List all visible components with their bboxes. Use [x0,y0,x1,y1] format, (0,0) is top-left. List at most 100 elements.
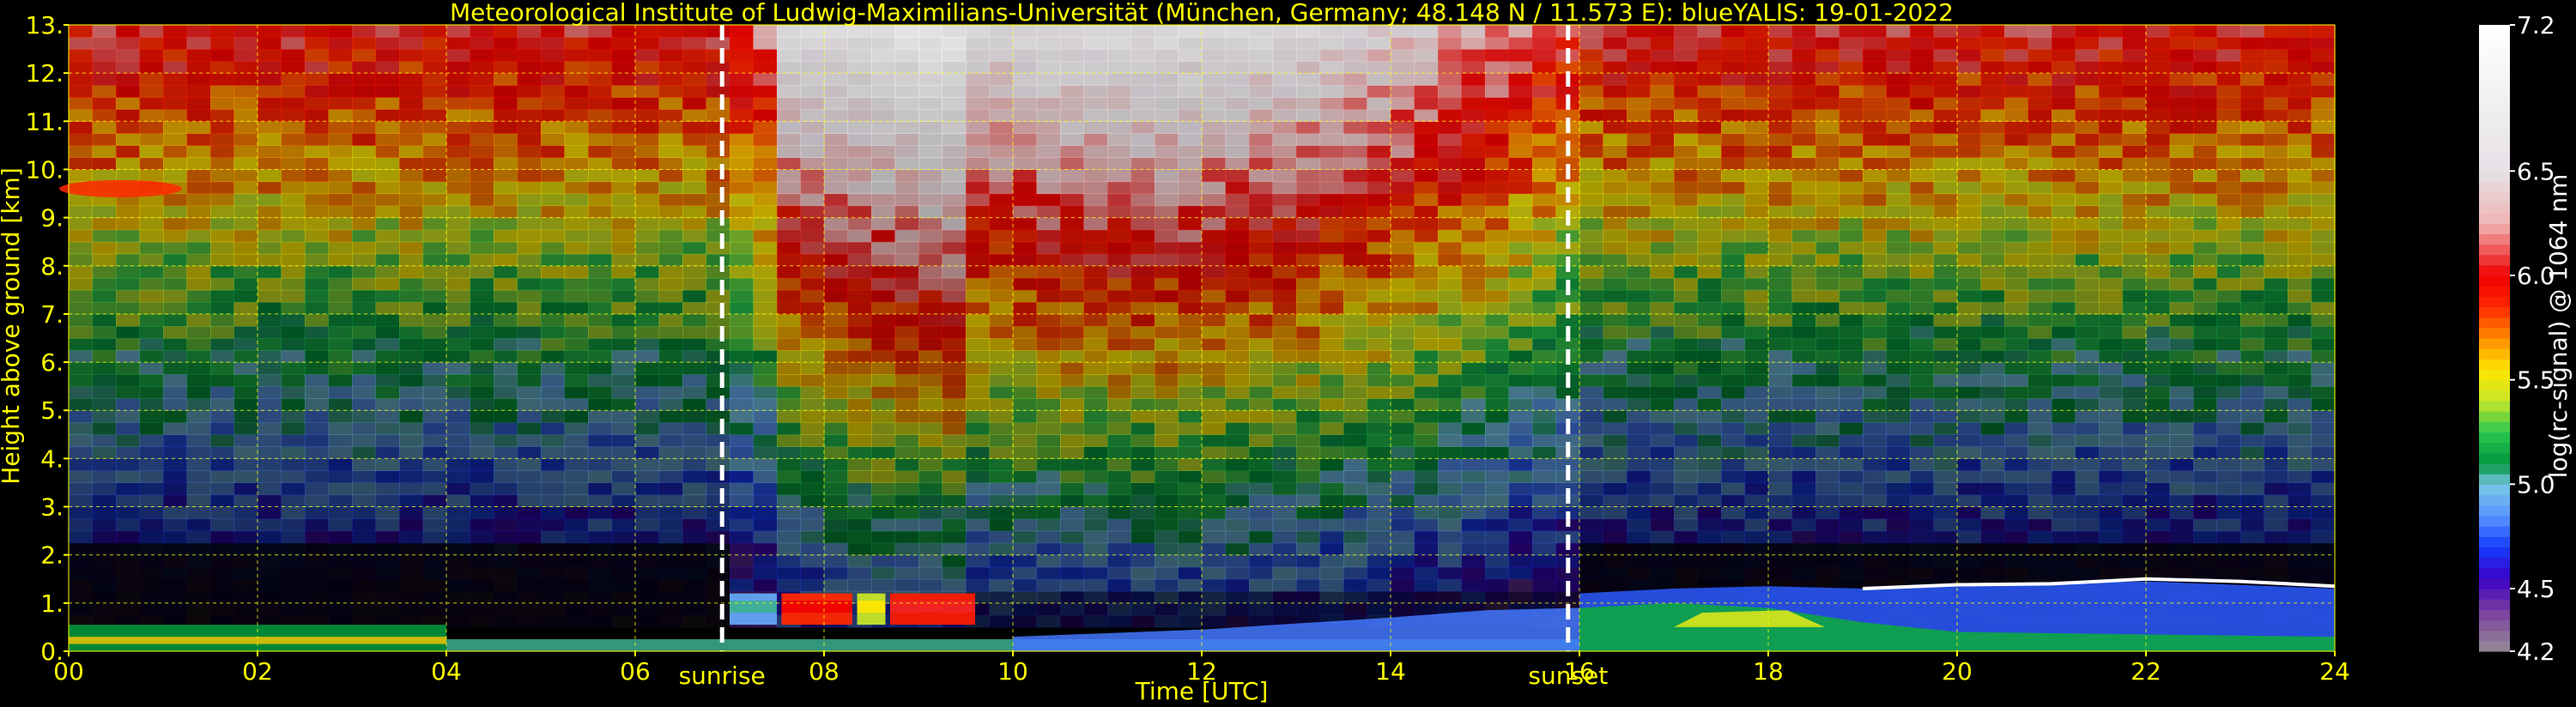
heatmap-cell [258,398,282,411]
heatmap-cell [210,121,235,134]
heatmap-cell [494,614,518,628]
heatmap-cell [611,338,636,351]
heatmap-cell [682,169,707,183]
heatmap-cell [399,253,424,267]
heatmap-cell [470,37,494,50]
heatmap-cell [1886,121,1911,134]
heatmap-cell [894,169,919,183]
heatmap-cell [894,301,919,315]
heatmap-cell [706,614,730,628]
heatmap-cell [517,470,542,483]
heatmap-cell [1272,121,1297,134]
heatmap-cell [1674,289,1699,303]
heatmap-cell [777,554,802,568]
heatmap-cell [1721,157,1746,170]
heatmap-cell [1036,181,1061,195]
heatmap-cell [1296,590,1321,604]
heatmap-cell [139,61,164,74]
heatmap-cell [1863,277,1888,291]
heatmap-cell [1697,482,1722,496]
heatmap-cell [517,169,542,183]
heatmap-cell [2099,121,2124,134]
heatmap-cell [1768,494,1793,508]
heatmap-cell [1910,265,1935,279]
heatmap-cell [1674,434,1699,447]
heatmap-cell [1107,169,1132,183]
heatmap-cell [588,277,613,291]
heatmap-cell [1202,542,1227,556]
heatmap-cell [1155,157,1179,170]
heatmap-cell [1438,566,1463,580]
heatmap-cell [186,350,211,363]
heatmap-cell [1178,37,1203,50]
heatmap-cell [1933,61,1958,74]
heatmap-cell [494,289,518,303]
heatmap-cell [1225,25,1250,38]
heatmap-cell [588,578,613,592]
heatmap-cell [942,253,967,267]
heatmap-cell [2099,97,2124,110]
heatmap-cell [1319,61,1344,74]
heatmap-cell [918,145,943,158]
y-tick-label: 0. [40,638,64,666]
heatmap-cell [2027,229,2052,243]
heatmap-cell [942,326,967,339]
heatmap-cell [2311,49,2336,62]
heatmap-cell [611,97,636,110]
heatmap-cell [258,289,282,303]
heatmap-cell [494,277,518,291]
heatmap-cell [1839,482,1864,496]
heatmap-cell [2052,410,2076,423]
heatmap-cell [186,554,211,568]
heatmap-cell [918,578,943,592]
heatmap-cell [2052,289,2076,303]
heatmap-cell [588,386,613,399]
heatmap-cell [942,362,967,375]
heatmap-cell [1839,422,1864,435]
heatmap-cell [918,97,943,110]
heatmap-cell [1886,205,1911,219]
heatmap-cell [375,518,400,532]
heatmap-cell [1744,121,1769,134]
heatmap-cell [1391,85,1415,98]
heatmap-cell [1202,374,1227,387]
heatmap-cell [800,25,825,38]
heatmap-cell [1532,398,1557,411]
heatmap-cell [1083,410,1108,423]
heatmap-cell [1744,326,1769,339]
heatmap-cell [92,169,117,183]
heatmap-cell [894,97,919,110]
heatmap-cell [966,350,991,363]
heatmap-cell [1485,277,1510,291]
heatmap-cell [1721,410,1746,423]
heatmap-cell [1910,506,1935,520]
colorbar-segment [2479,275,2510,287]
heatmap-cell [2146,518,2171,532]
heatmap-cell [800,362,825,375]
heatmap-cell [1532,217,1557,231]
heatmap-cell [352,470,377,483]
heatmap-cell [942,434,967,447]
heatmap-cell [258,542,282,556]
heatmap-cell [635,85,660,98]
heatmap-cell [1508,446,1533,459]
heatmap-cell [1319,217,1344,231]
heatmap-cell [871,422,896,435]
heatmap-cell [422,157,447,170]
heatmap-cell [658,554,683,568]
heatmap-cell [1060,530,1085,544]
heatmap-cell [210,133,235,146]
heatmap-cell [1391,241,1415,255]
heatmap-cell [210,49,235,62]
heatmap-cell [1083,217,1108,231]
heatmap-cell [1674,386,1699,399]
heatmap-cell [2075,109,2100,122]
heatmap-cell [1957,566,1982,580]
heatmap-cell [894,326,919,339]
heatmap-cell [1627,410,1652,423]
heatmap-cell [588,301,613,315]
heatmap-cell [305,109,330,122]
heatmap-cell [1249,410,1274,423]
heatmap-cell [494,229,518,243]
heatmap-cell [658,193,683,207]
